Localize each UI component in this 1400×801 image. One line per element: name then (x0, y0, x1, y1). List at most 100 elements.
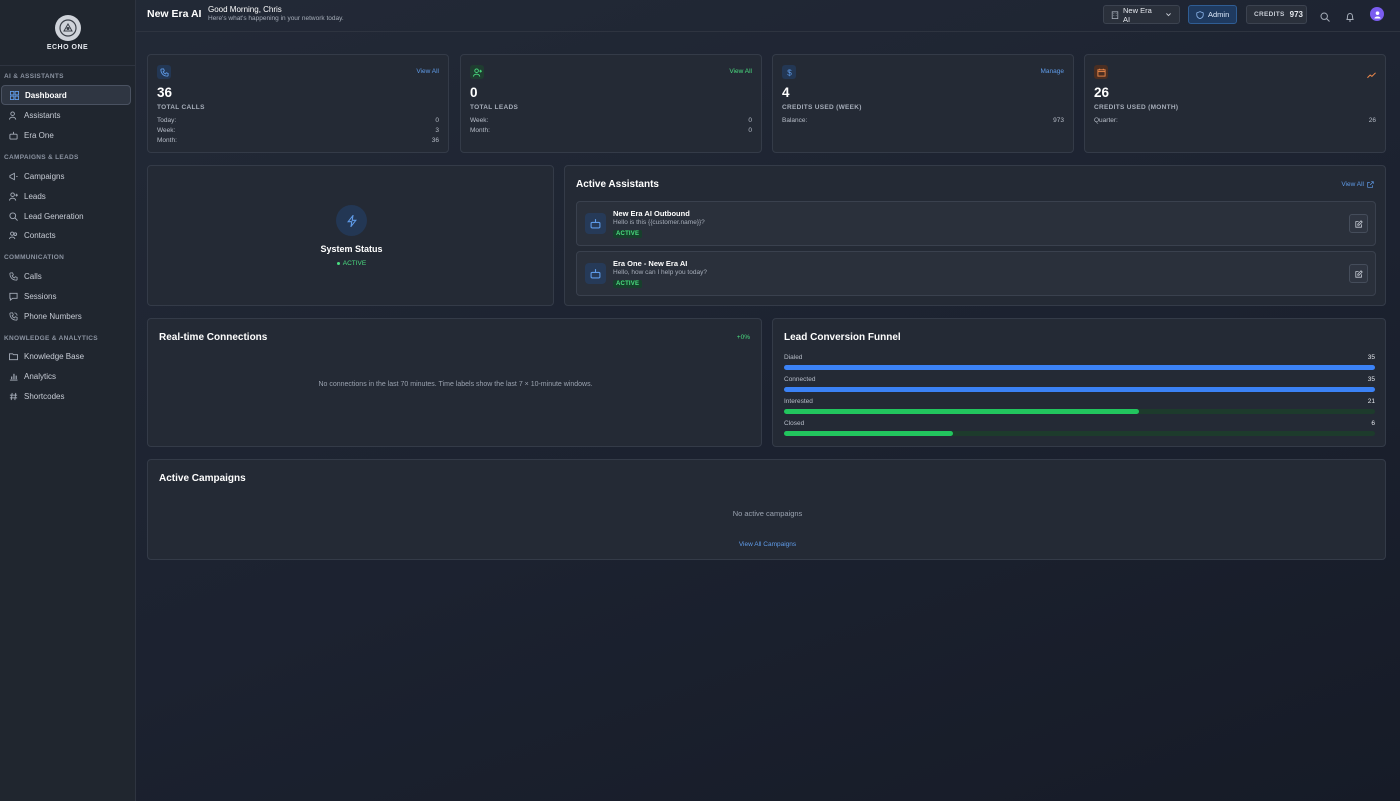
sidebar-item-label: Lead Generation (24, 211, 84, 221)
page-title: New Era AI (147, 8, 202, 20)
sidebar-item-contacts[interactable]: Contacts (1, 225, 131, 245)
credits-badge[interactable]: CREDITS 973 (1246, 5, 1307, 24)
assistant-message: Hello, how can I help you today? (613, 269, 707, 276)
sidebar-item-dashboard[interactable]: Dashboard (1, 85, 131, 105)
section-title: Real-time Connections (159, 332, 268, 343)
greeting-subtitle: Here's what's happening in your network … (208, 15, 344, 22)
stat-card-total-leads: View All 0 TOTAL LEADS Week: 0 Month: 0 (460, 54, 762, 153)
funnel-bar-fill (784, 409, 1139, 414)
funnel-bar-track (784, 431, 1375, 436)
logo[interactable]: ECHO ONE (0, 0, 135, 66)
sidebar-item-era-one[interactable]: Era One (1, 125, 131, 145)
sidebar-item-phone-numbers[interactable]: Phone Numbers (1, 306, 131, 326)
admin-button[interactable]: Admin (1188, 5, 1237, 24)
sidebar-item-lead-generation[interactable]: Lead Generation (1, 206, 131, 226)
sidebar-item-label: Era One (24, 130, 54, 140)
stat-row: Week: 3 (157, 127, 439, 134)
org-switcher[interactable]: New Era AI (1103, 5, 1180, 24)
sidebar-item-leads[interactable]: Leads (1, 186, 131, 206)
chat-icon (9, 292, 18, 301)
sidebar-item-analytics[interactable]: Analytics (1, 366, 131, 386)
edit-button[interactable] (1349, 264, 1368, 283)
sidebar-item-shortcodes[interactable]: Shortcodes (1, 386, 131, 406)
stat-row: Today: 0 (157, 117, 439, 124)
funnel-stage-label: Connected (784, 376, 816, 383)
stat-row-key: Today: (157, 117, 177, 124)
edit-button[interactable] (1349, 214, 1368, 233)
trending-up-icon (1367, 67, 1376, 85)
sidebar-item-sessions[interactable]: Sessions (1, 286, 131, 306)
stat-row-value: 0 (435, 117, 439, 124)
assistant-row[interactable]: New Era AI Outbound Hello is this {{cust… (576, 201, 1376, 246)
stat-value: 0 (470, 85, 478, 100)
credits-value: 973 (1289, 10, 1303, 19)
assistant-row[interactable]: Era One - New Era AI Hello, how can I he… (576, 251, 1376, 296)
bot-icon (585, 263, 606, 284)
stat-row: Quarter: 26 (1094, 117, 1376, 124)
avatar[interactable] (1370, 7, 1384, 21)
empty-state: No connections in the last 70 minutes. T… (318, 381, 593, 388)
funnel-bar-track (784, 409, 1375, 414)
sidebar-item-campaigns[interactable]: Campaigns (1, 166, 131, 186)
empty-state: No active campaigns (732, 509, 803, 518)
stat-card-total-calls: View All 36 TOTAL CALLS Today: 0 Week: 3 M… (147, 54, 449, 153)
sidebar-item-label: Calls (24, 271, 42, 281)
bot-icon (9, 131, 18, 140)
stat-label: TOTAL LEADS (470, 104, 519, 111)
phone-icon (157, 65, 171, 79)
stat-row-key: Week: (157, 127, 176, 134)
megaphone-icon (9, 172, 18, 181)
greeting: Good Morning, Chris (208, 5, 282, 14)
funnel-stage-label: Dialed (784, 354, 803, 361)
stat-row-key: Quarter: (1094, 117, 1118, 124)
external-link-icon (1367, 181, 1374, 188)
stat-row-value: 26 (1368, 117, 1376, 124)
sidebar-item-label: Shortcodes (24, 391, 65, 401)
sidebar-item-label: Knowledge Base (24, 351, 85, 361)
funnel-bar-track (784, 365, 1375, 370)
sidebar-item-assistants[interactable]: Assistants (1, 105, 131, 125)
assistant-name: Era One - New Era AI (613, 259, 688, 268)
system-status-title: System Status (320, 244, 383, 254)
stat-row-value: 0 (748, 117, 752, 124)
grid-icon (10, 90, 19, 100)
stat-row-key: Week: (470, 117, 489, 124)
stat-label: CREDITS USED (MONTH) (1094, 104, 1179, 111)
bell-icon[interactable] (1345, 9, 1355, 22)
shield-icon (1196, 10, 1204, 19)
active-campaigns-card: Active Campaigns No active campaigns Vie… (147, 459, 1386, 560)
sidebar-item-label: Campaigns (24, 171, 65, 181)
sidebar: ECHO ONE AI & ASSISTANTS CAMPAIGNS & LEA… (0, 0, 136, 801)
funnel-bar-fill (784, 365, 1375, 370)
sidebar-item-calls[interactable]: Calls (1, 266, 131, 286)
svg-text:$: $ (787, 68, 792, 77)
stat-row-value: 0 (748, 127, 752, 134)
funnel-bar-fill (784, 387, 1375, 392)
stat-row: Week: 0 (470, 117, 752, 124)
top-header: New Era AI Good Morning, Chris Here's wh… (136, 0, 1400, 32)
funnel-stage-value: 35 (1367, 354, 1375, 361)
nav-section-communication: COMMUNICATION (4, 254, 65, 261)
view-all-leads-link[interactable]: View All (729, 68, 752, 75)
credits-label: CREDITS (1254, 11, 1285, 18)
search-icon[interactable] (1320, 9, 1330, 22)
stat-value: 36 (157, 85, 173, 100)
manage-credits-link[interactable]: Manage (1041, 68, 1065, 75)
funnel-bar-fill (784, 431, 954, 436)
view-all-calls-link[interactable]: View All (416, 68, 439, 75)
view-all-campaigns-link[interactable]: View All Campaigns (148, 541, 1387, 548)
bot-icon (585, 213, 606, 234)
chevron-down-icon (1165, 11, 1172, 18)
edit-icon (1354, 219, 1363, 228)
view-all-assistants-link[interactable]: View All (1341, 181, 1374, 188)
change-badge: +0% (736, 334, 750, 341)
link-text: View All (1341, 181, 1364, 188)
status-text: ACTIVE (342, 260, 367, 267)
org-label: New Era AI (1123, 5, 1152, 24)
sidebar-item-label: Phone Numbers (24, 311, 82, 321)
stat-row-key: Month: (470, 127, 490, 134)
sidebar-item-knowledge-base[interactable]: Knowledge Base (1, 346, 131, 366)
status-badge: ACTIVE (613, 280, 643, 288)
contacts-icon (9, 231, 18, 240)
system-status-card: System Status ACTIVE (147, 165, 554, 306)
